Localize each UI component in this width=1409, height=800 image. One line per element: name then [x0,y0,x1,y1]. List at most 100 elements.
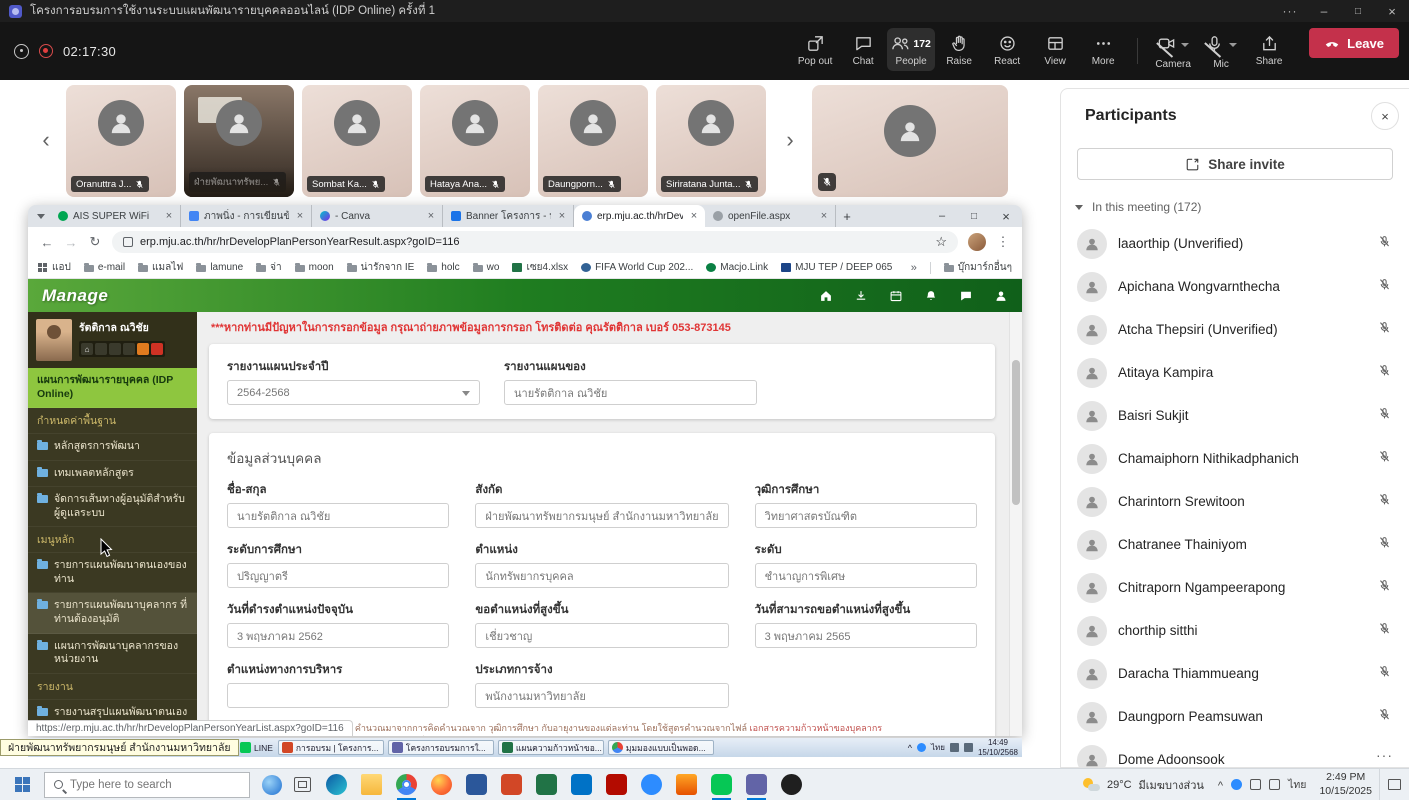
participant-row[interactable]: Daracha Thiammueang [1061,652,1409,695]
participant-more-icon[interactable] [1372,747,1397,763]
home-icon[interactable] [819,289,833,303]
form-input[interactable]: นักทรัพยากรบุคคล [475,563,728,588]
participant-row[interactable]: Chatranee Thainiyom [1061,523,1409,566]
more-button[interactable]: More [1079,28,1127,71]
taskbar-app-icon[interactable] [739,769,774,800]
taskbar-clock[interactable]: 2:49 PM 10/15/2025 [1312,771,1379,797]
bookmark-item[interactable]: wo [473,260,500,275]
browser-profile-avatar[interactable] [968,233,986,251]
sidebar-item[interactable]: แผนการพัฒนาบุคลากรของหน่วยงาน [28,634,197,674]
mini-icon[interactable] [109,343,121,355]
taskbar-app-icon[interactable] [564,769,599,800]
video-tile[interactable]: Daungporn... [538,85,648,197]
browser-tab[interactable]: erp.mju.ac.th/hrDevelopP... [574,205,705,227]
line-taskbar-button[interactable]: LINE [240,742,273,753]
start-button[interactable] [0,769,44,800]
plan-year-select[interactable]: 2564-2568 [227,380,480,405]
mic-button[interactable]: Mic [1197,28,1245,74]
bookmark-item[interactable]: holc [427,260,459,275]
taskbar-app-icon[interactable] [459,769,494,800]
form-input[interactable]: นายรัตติกาล ณวิชัย [227,503,449,528]
taskbar-window-button[interactable]: โครงการอบรมการใ... [388,740,494,755]
bookmark-item[interactable]: lamune [196,260,243,275]
volume-icon[interactable] [964,743,973,752]
taskbar-app-icon[interactable] [529,769,564,800]
taskbar-search[interactable] [44,772,250,798]
video-tile[interactable]: Siriratana Junta... [656,85,766,197]
chat-button[interactable]: Chat [839,28,887,71]
share-button[interactable]: Share [1245,28,1293,71]
mic-off-icon[interactable] [1378,622,1391,640]
mic-dropdown-icon[interactable] [1229,43,1237,47]
share-invite-button[interactable]: Share invite [1077,148,1393,180]
panel-close-button[interactable] [1371,102,1399,130]
taskbar-app-icon[interactable] [389,769,424,800]
bookmark-star-icon[interactable] [935,234,947,250]
tray-expand-icon[interactable] [908,743,912,753]
form-input[interactable]: พนักงานมหาวิทยาลัย [475,683,728,708]
bookmark-item[interactable]: น่ารักจาก IE [347,260,415,275]
meeting-info-icon[interactable] [14,44,29,59]
sidebar-item[interactable]: เทมเพลตหลักสูตร [28,461,197,488]
popout-button[interactable]: Pop out [791,28,839,71]
taskbar-app-icon[interactable] [354,769,389,800]
participant-row[interactable]: Atcha Thepsiri (Unverified) [1061,308,1409,351]
taskbar-window-button[interactable]: มุมมองแบบเป็นพอด... [608,740,714,755]
reload-button[interactable] [84,234,106,250]
url-input[interactable]: erp.mju.ac.th/hr/hrDevelopPlanPersonYear… [112,231,958,253]
camera-button[interactable]: Camera [1149,28,1197,74]
sidebar-item[interactable]: รายงาน [28,674,197,700]
shared-clock[interactable]: 14:49 15/10/2568 [978,738,1018,756]
camera-dropdown-icon[interactable] [1181,43,1189,47]
mic-off-icon[interactable] [1378,235,1391,253]
tab-close-icon[interactable] [163,210,175,222]
page-scrollbar[interactable] [1009,312,1022,736]
mic-off-icon[interactable] [1378,579,1391,597]
participant-row[interactable]: Daungporn Peamsuwan [1061,695,1409,738]
participant-row[interactable]: laaorthip (Unverified) [1061,222,1409,265]
taskbar-app-icon[interactable] [494,769,529,800]
tab-close-icon[interactable] [688,210,700,222]
bookmark-item[interactable]: แมลไฟ [138,260,183,275]
mic-off-icon[interactable] [1378,321,1391,339]
sidebar-item[interactable]: รายการแผนพัฒนาตนเองของท่าน [28,553,197,593]
progress-doc-link[interactable]: เอกสารความก้าวหน้าของบุคลากร [750,723,883,733]
participant-row[interactable]: Atitaya Kampira [1061,351,1409,394]
browser-tab[interactable]: openFile.aspx [705,205,836,227]
react-button[interactable]: React [983,28,1031,71]
sidebar-item[interactable]: รายการแผนพัฒนาบุคลากร ที่ท่านต้องอนุมัติ [28,593,197,633]
people-button[interactable]: 172 People [887,28,935,71]
forward-button[interactable] [60,235,82,250]
tray-app-icon[interactable] [917,743,926,752]
scrollbar-thumb[interactable] [1012,360,1020,505]
participant-row[interactable]: Baisri Sukjit [1061,394,1409,437]
download-icon[interactable] [854,289,868,303]
mini-icon[interactable] [123,343,135,355]
language-indicator[interactable]: ไทย [1288,776,1306,793]
bookmark-item[interactable]: Macjo.Link [706,260,768,275]
tab-search-icon[interactable] [32,205,50,227]
plan-of-input[interactable]: นายรัตติกาล ณวิชัย [504,380,757,405]
form-input[interactable]: ชำนาญการพิเศษ [755,563,977,588]
taskbar-app-icon[interactable] [704,769,739,800]
task-view-icon[interactable] [294,777,311,792]
bookmark-item[interactable]: แอป [38,260,71,275]
taskbar-app-icon[interactable] [319,769,354,800]
browser-maximize-button[interactable] [958,205,990,227]
bookmark-item[interactable]: e-mail [84,260,125,275]
other-bookmarks[interactable]: บุ๊กมาร์กอื่นๆ [944,260,1012,275]
strip-prev-icon[interactable] [38,125,54,155]
logout-mini-icon[interactable] [151,343,163,355]
browser-close-button[interactable] [990,205,1022,227]
volume-icon[interactable] [1269,779,1280,790]
participant-row[interactable]: Dome Adoonsook [1061,738,1409,768]
form-input[interactable]: 3 พฤษภาคม 2562 [227,623,449,648]
form-input[interactable] [227,683,449,708]
taskbar-app-icon[interactable] [774,769,809,800]
chat-bubble-icon[interactable] [959,289,973,303]
bookmark-item[interactable]: MJU TEP / DEEP 065 [781,260,892,275]
view-button[interactable]: View [1031,28,1079,71]
weather-widget[interactable]: 29°C มีเมฆบางส่วน [1075,776,1212,794]
cortana-icon[interactable] [262,775,282,795]
in-meeting-section[interactable]: In this meeting (172) [1061,194,1409,222]
